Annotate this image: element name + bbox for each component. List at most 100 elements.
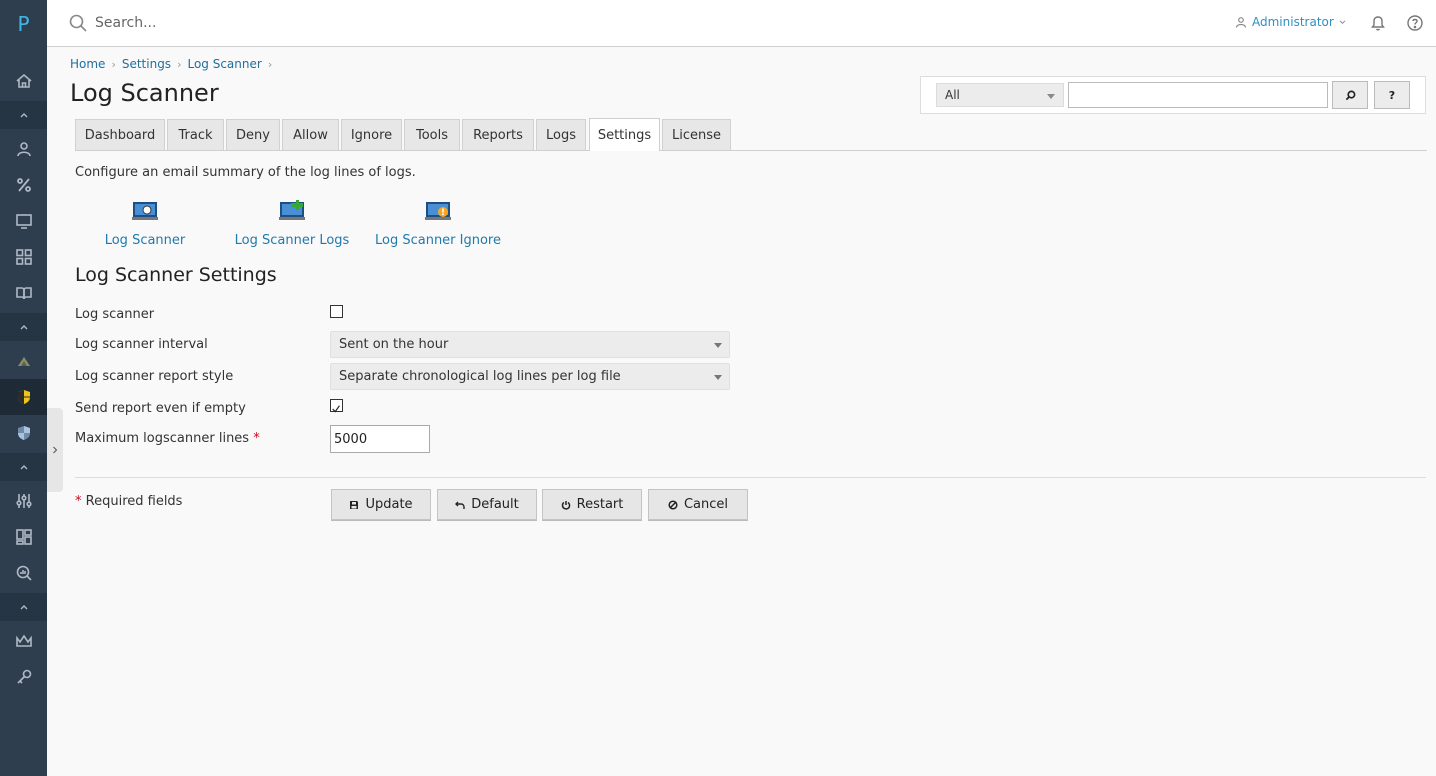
search-stats-icon[interactable]	[0, 555, 47, 591]
required-fields-text: Required fields	[85, 494, 183, 509]
tab-tools[interactable]: Tools	[404, 119, 460, 150]
global-search-input[interactable]	[95, 12, 495, 34]
chevron-right-icon	[53, 446, 58, 454]
search-button[interactable]	[1332, 81, 1368, 109]
notifications-icon[interactable]	[1369, 14, 1387, 32]
send-empty-checkbox[interactable]	[330, 399, 343, 413]
dropdown-arrow-icon	[714, 343, 722, 348]
page-search-panel: All ?	[920, 76, 1426, 114]
report-style-value: Separate chronological log lines per log…	[339, 369, 621, 384]
breadcrumb-home[interactable]: Home	[70, 57, 105, 71]
section-title: Log Scanner Settings	[75, 264, 277, 286]
breadcrumb-separator-icon: ›	[111, 57, 116, 71]
dropdown-arrow-icon	[714, 375, 722, 380]
breadcrumb-log-scanner[interactable]: Log Scanner	[187, 57, 261, 71]
firewall-app-icon[interactable]	[0, 343, 47, 379]
book-icon[interactable]	[0, 275, 47, 311]
search-scope-select[interactable]: All	[936, 83, 1064, 107]
help-button[interactable]: ?	[1374, 81, 1410, 109]
key-icon[interactable]	[0, 659, 47, 695]
undo-icon	[455, 501, 465, 509]
interval-value: Sent on the hour	[339, 337, 449, 352]
magnifier-icon	[1345, 90, 1355, 100]
monitor-warning-icon	[425, 202, 451, 220]
dashboard-layout-icon[interactable]	[0, 519, 47, 555]
collapse-section-chevron-icon[interactable]	[0, 313, 47, 341]
report-style-label: Log scanner report style	[75, 369, 234, 384]
page-description: Configure an email summary of the log li…	[75, 165, 416, 180]
tab-dashboard[interactable]: Dashboard	[75, 119, 165, 150]
collapse-section-chevron-icon[interactable]	[0, 101, 47, 129]
required-marker: *	[253, 431, 260, 446]
home-icon[interactable]	[0, 63, 47, 99]
checkmark-icon	[332, 405, 340, 413]
topbar: Administrator	[47, 0, 1436, 47]
breadcrumb-settings[interactable]: Settings	[122, 57, 171, 71]
cancel-button-label: Cancel	[683, 497, 729, 512]
sidebar-expand-handle[interactable]	[47, 408, 63, 492]
default-button[interactable]: Default	[437, 489, 537, 520]
collapse-section-chevron-icon[interactable]	[0, 453, 47, 481]
quick-link-label: Log Scanner Logs	[234, 233, 350, 248]
page-search-input[interactable]	[1068, 82, 1328, 108]
page-title: Log Scanner	[70, 79, 219, 107]
collapse-section-chevron-icon[interactable]	[0, 593, 47, 621]
sliders-icon[interactable]	[0, 483, 47, 519]
send-empty-label: Send report even if empty	[75, 401, 246, 416]
interval-select[interactable]: Sent on the hour	[330, 331, 730, 358]
chevron-down-icon	[1339, 19, 1346, 24]
tab-bar: Dashboard Track Deny Allow Ignore Tools …	[75, 118, 1427, 151]
required-marker: *	[75, 494, 82, 509]
breadcrumb-separator-icon: ›	[177, 57, 182, 71]
user-name: Administrator	[1252, 15, 1334, 29]
restart-button[interactable]: Restart	[542, 489, 642, 520]
max-lines-label-text: Maximum logscanner lines	[75, 431, 250, 446]
monitor-icon[interactable]	[0, 203, 47, 239]
tab-ignore[interactable]: Ignore	[341, 119, 402, 150]
log-scanner-label: Log scanner	[75, 307, 155, 322]
user-icon	[1235, 17, 1247, 28]
form-divider	[75, 477, 1426, 478]
log-scanner-checkbox[interactable]	[330, 305, 343, 318]
update-button-label: Update	[365, 497, 413, 512]
user-menu[interactable]: Administrator	[1235, 15, 1346, 29]
default-button-label: Default	[471, 497, 519, 512]
max-lines-input[interactable]	[330, 425, 430, 453]
update-button[interactable]: Update	[331, 489, 431, 520]
required-fields-note: * Required fields	[75, 494, 182, 509]
tab-deny[interactable]: Deny	[226, 119, 280, 150]
save-icon	[350, 500, 359, 509]
tab-logs[interactable]: Logs	[536, 119, 586, 150]
percent-icon[interactable]	[0, 167, 47, 203]
crown-icon[interactable]	[0, 623, 47, 659]
quick-link-log-scanner[interactable]: Log Scanner	[100, 198, 190, 248]
tab-settings[interactable]: Settings	[589, 118, 660, 151]
max-lines-label: Maximum logscanner lines *	[75, 431, 260, 446]
apps-grid-icon[interactable]	[0, 239, 47, 275]
report-style-select[interactable]: Separate chronological log lines per log…	[330, 363, 730, 390]
tab-reports[interactable]: Reports	[462, 119, 534, 150]
quick-link-log-scanner-ignore[interactable]: Log Scanner Ignore	[371, 198, 505, 248]
tab-license[interactable]: License	[662, 119, 731, 150]
cancel-button[interactable]: Cancel	[648, 489, 748, 520]
tab-track[interactable]: Track	[167, 119, 224, 150]
monitor-plus-icon	[279, 200, 305, 220]
quick-link-log-scanner-logs[interactable]: Log Scanner Logs	[230, 198, 354, 248]
sidebar: P	[0, 0, 47, 776]
power-icon	[561, 500, 570, 510]
shield-app-icon[interactable]	[0, 379, 47, 415]
quick-link-label: Log Scanner Ignore	[374, 233, 501, 248]
breadcrumb: Home › Settings › Log Scanner ›	[70, 57, 272, 71]
search-icon	[69, 14, 87, 32]
app-logo[interactable]: P	[0, 12, 47, 36]
interval-label: Log scanner interval	[75, 337, 208, 352]
cancel-icon	[668, 499, 678, 510]
restart-button-label: Restart	[576, 497, 624, 512]
security-shield-icon[interactable]	[0, 415, 47, 451]
help-icon[interactable]	[1406, 14, 1424, 32]
breadcrumb-separator-icon: ›	[267, 57, 273, 71]
dropdown-arrow-icon	[1047, 94, 1055, 99]
quick-link-label: Log Scanner	[104, 233, 186, 248]
user-icon[interactable]	[0, 131, 47, 167]
tab-allow[interactable]: Allow	[282, 119, 339, 150]
